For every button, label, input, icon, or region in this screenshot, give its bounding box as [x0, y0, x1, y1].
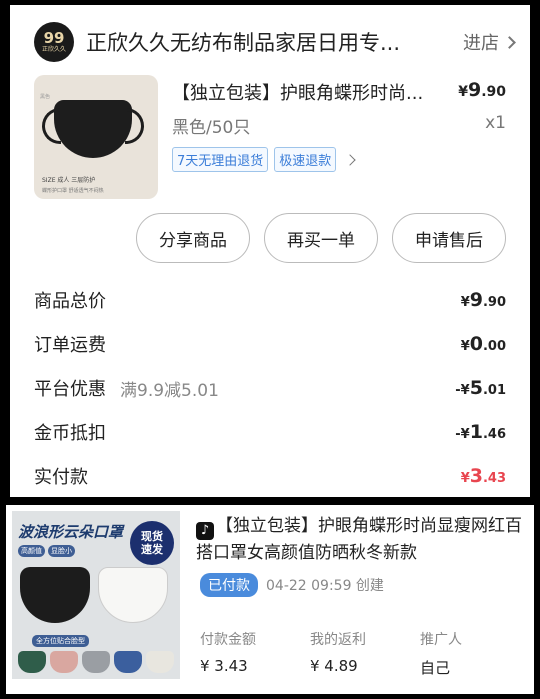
badge-fast-refund: 极速退款 — [274, 147, 337, 172]
shop-logo-text: 正欣久久 — [41, 45, 66, 53]
shop-name[interactable]: 正欣久久无纺布制品家居日用专... — [86, 27, 426, 57]
image-pills: 高颜值 显脸小 — [18, 545, 75, 557]
rebate-product-title[interactable]: ♪ 【独立包装】护眼角蝶形时尚显瘦网红百搭口罩女高颜值防晒秋冬新款 — [196, 513, 528, 566]
product-image-tag: 黑色 — [40, 94, 51, 100]
color-swatch — [82, 651, 110, 673]
shop-logo: 99 正欣久久 — [34, 22, 74, 62]
summary-row-paid: 实付款 ¥3.43 — [34, 461, 506, 491]
summary-value: -¥1.46 — [455, 421, 506, 443]
stat-promoter: 推广人 自己 — [420, 629, 462, 678]
order-actions: 分享商品 再买一单 申请售后 — [136, 213, 506, 263]
color-swatch — [114, 651, 142, 673]
shop-header[interactable]: 99 正欣久久 正欣久久无纺布制品家居日用专... 进店 — [34, 21, 516, 63]
color-swatch — [50, 651, 78, 673]
image-caption: 全方位贴合脸型 — [32, 635, 89, 647]
color-swatch — [18, 651, 46, 673]
enter-shop-label: 进店 — [463, 33, 499, 54]
summary-row-shipping: 订单运费 ¥0.00 — [34, 329, 506, 359]
summary-label: 实付款 — [34, 467, 88, 488]
white-mask-illustration — [98, 567, 168, 623]
order-card: 99 正欣久久 正欣久久无纺布制品家居日用专... 进店 黑色 SIZE 成人 … — [10, 5, 530, 497]
stat-payment-amount: 付款金额 ¥ 3.43 — [200, 629, 256, 675]
in-stock-badge-line: 现货 — [141, 530, 163, 543]
stat-label: 推广人 — [420, 632, 462, 648]
summary-label: 订单运费 — [34, 335, 106, 356]
color-swatch — [146, 651, 174, 673]
badge-7day-return: 7天无理由退货 — [172, 147, 269, 172]
summary-label: 平台优惠 — [34, 379, 106, 400]
rebate-title-text: 【独立包装】护眼角蝶形时尚显瘦网红百搭口罩女高颜值防晒秋冬新款 — [196, 516, 522, 563]
summary-value: -¥5.01 — [455, 377, 506, 399]
image-headline: 波浪形云朵口罩 — [18, 523, 124, 541]
price-decimal: .90 — [481, 84, 506, 100]
product-quantity: x1 — [485, 113, 506, 133]
product-spec: 黑色/50只 — [172, 118, 251, 138]
summary-row-discount: 平台优惠 满9.9减5.01 -¥5.01 — [34, 373, 506, 403]
image-pill: 显脸小 — [48, 545, 75, 557]
rebate-card[interactable]: 波浪形云朵口罩 现货 速发 高颜值 显脸小 全方位贴合脸型 ♪ 【独立包装】护眼角… — [6, 505, 534, 694]
paid-status-badge: 已付款 — [200, 573, 258, 597]
summary-value: ¥0.00 — [460, 333, 506, 355]
service-badges[interactable]: 7天无理由退货 极速退款 — [172, 147, 356, 172]
stat-label: 我的返利 — [310, 632, 366, 648]
enter-shop-link[interactable]: 进店 — [463, 29, 516, 55]
summary-value: ¥9.90 — [460, 289, 506, 311]
stat-value: ¥ 3.43 — [200, 657, 248, 675]
buy-again-button[interactable]: 再买一单 — [264, 213, 378, 263]
tiktok-icon: ♪ — [196, 522, 214, 540]
summary-value-paid: ¥3.43 — [460, 465, 506, 487]
stat-label: 付款金额 — [200, 632, 256, 648]
shop-logo-number: 99 — [43, 28, 65, 47]
chevron-right-icon — [344, 153, 356, 166]
price-symbol: ¥ — [458, 84, 468, 100]
stat-value: ¥ 4.89 — [310, 657, 358, 675]
in-stock-badge-line: 速发 — [141, 543, 163, 556]
summary-row-total: 商品总价 ¥9.90 — [34, 285, 506, 315]
mask-illustration — [42, 100, 144, 158]
discount-note: 满9.9减5.01 — [120, 380, 219, 401]
chevron-right-icon — [503, 35, 516, 49]
summary-row-coins: 金币抵扣 -¥1.46 — [34, 417, 506, 447]
share-product-button[interactable]: 分享商品 — [136, 213, 250, 263]
stat-value: 自己 — [420, 659, 451, 677]
order-status-row: 已付款 04-22 09:59 创建 — [200, 573, 384, 597]
stat-my-rebate: 我的返利 ¥ 4.89 — [310, 629, 366, 675]
product-title[interactable]: 【独立包装】护眼角蝶形时尚... — [172, 79, 442, 105]
image-pill: 高颜值 — [18, 545, 45, 557]
created-time: 04-22 09:59 创建 — [266, 578, 384, 594]
price-integer: 9 — [467, 79, 482, 101]
request-aftersale-button[interactable]: 申请售后 — [392, 213, 506, 263]
summary-label: 商品总价 — [34, 291, 106, 312]
in-stock-badge: 现货 速发 — [130, 521, 174, 565]
rebate-product-image[interactable]: 波浪形云朵口罩 现货 速发 高颜值 显脸小 全方位贴合脸型 — [12, 511, 180, 679]
product-price: ¥9.90 — [458, 79, 506, 101]
summary-label: 金币抵扣 — [34, 423, 106, 444]
product-image-caption-2: 蝶形护口罩 舒适透气不闷热 — [42, 188, 104, 194]
product-image-caption: SIZE 成人 三层防护 — [42, 177, 96, 184]
product-image[interactable]: 黑色 SIZE 成人 三层防护 蝶形护口罩 舒适透气不闷热 — [34, 75, 158, 199]
black-mask-illustration — [20, 567, 90, 623]
